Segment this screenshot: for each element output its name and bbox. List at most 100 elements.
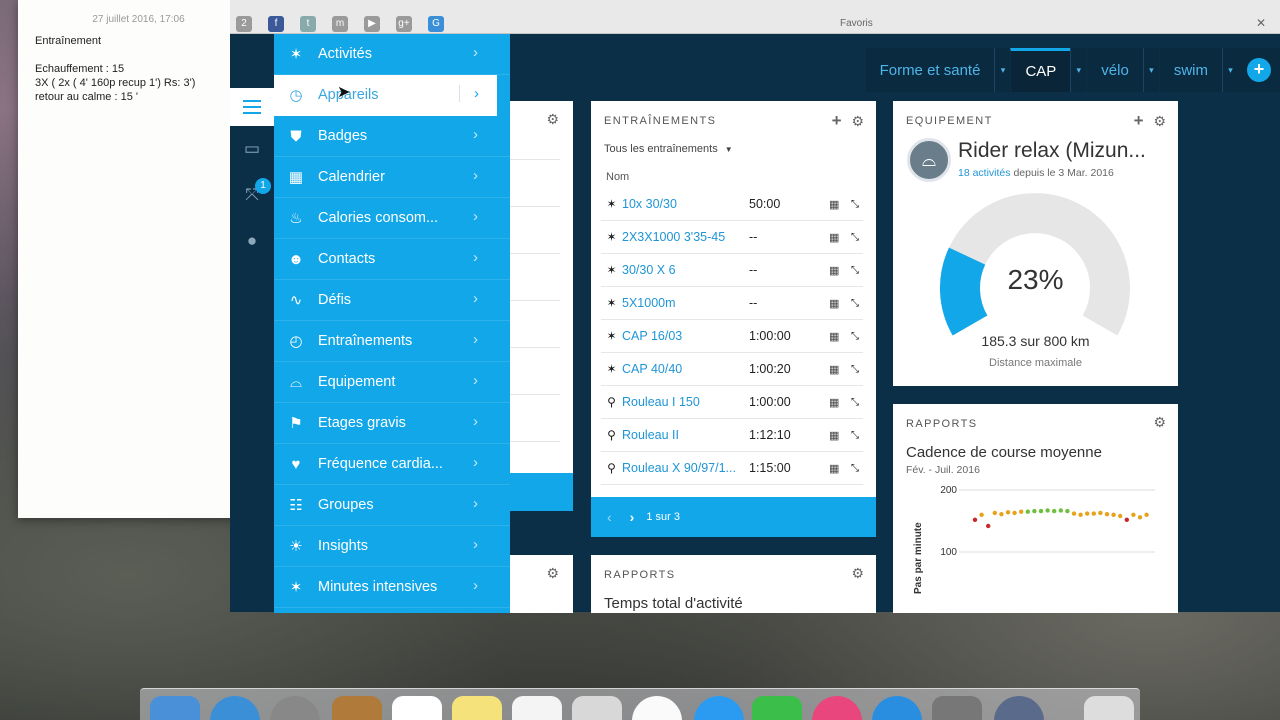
gear-icon[interactable]: ⚙ (851, 565, 864, 582)
add-dashboard-button[interactable]: + (1238, 48, 1280, 92)
cadence-point[interactable] (1005, 510, 1011, 515)
report-subtitle[interactable]: Cadence de course moyenne (906, 444, 1102, 461)
send-to-device-icon[interactable]: ⤡ (851, 463, 863, 474)
chevron-down-icon[interactable]: ▾ (1222, 48, 1238, 92)
cadence-point[interactable] (1111, 512, 1116, 517)
menu-item[interactable]: ✶ Activités › (274, 34, 510, 75)
training-row[interactable]: ⚲ Rouleau I 150 1:00:00 ▦ ⤡ (601, 386, 863, 419)
menu-item[interactable]: ⚑ Etages gravis › (274, 403, 510, 444)
cadence-point[interactable] (979, 512, 984, 517)
chevron-down-icon[interactable]: ▾ (1142, 48, 1159, 92)
training-name[interactable]: CAP 40/40 (622, 362, 749, 376)
mail-icon[interactable]: m (332, 16, 348, 32)
schedule-icon[interactable]: ▦ (829, 363, 851, 376)
menu-item[interactable]: ♨ Calories consom... › (274, 198, 510, 239)
cadence-point[interactable] (999, 512, 1004, 517)
add-icon[interactable]: + (832, 111, 842, 130)
cadence-point[interactable] (1065, 508, 1070, 514)
cadence-point[interactable] (986, 523, 991, 529)
cadence-point[interactable] (1144, 512, 1149, 517)
training-row[interactable]: ✶ CAP 40/40 1:00:20 ▦ ⤡ (601, 353, 863, 386)
prev-page-icon[interactable]: ‹ (607, 509, 612, 525)
training-name[interactable]: 10x 30/30 (622, 197, 749, 211)
finder-icon[interactable] (150, 696, 200, 720)
googleplus-icon[interactable]: g+ (396, 16, 412, 32)
cadence-point[interactable] (1078, 512, 1083, 517)
training-filter-dropdown[interactable]: Tous les entraînements ▼ (604, 143, 733, 155)
facebook-icon[interactable]: f (268, 16, 284, 32)
training-row[interactable]: ✶ CAP 16/03 1:00:00 ▦ ⤡ (601, 320, 863, 353)
cadence-point[interactable] (1104, 512, 1110, 517)
menu-item[interactable]: ☷ Groupes › (274, 485, 510, 526)
activities-link[interactable]: 18 activités (958, 167, 1011, 179)
favorites-label[interactable]: Favoris (840, 18, 873, 29)
send-to-device-icon[interactable]: ⤡ (851, 364, 863, 375)
training-row[interactable]: ✶ 10x 30/30 50:00 ▦ ⤡ (601, 188, 863, 221)
schedule-icon[interactable]: ▦ (829, 396, 851, 409)
menu-item[interactable]: ⛊ Badges › (274, 116, 510, 157)
report-subtitle[interactable]: Temps total d'activité (604, 595, 743, 612)
menu-item[interactable]: ▦ Calendrier › (274, 157, 510, 198)
cadence-point[interactable] (1071, 511, 1077, 516)
training-row[interactable]: ✶ 30/30 X 6 -- ▦ ⤡ (601, 254, 863, 287)
youtube-icon[interactable]: ▶ (364, 16, 380, 32)
system-preferences-icon[interactable] (932, 696, 982, 720)
training-row[interactable]: ⚲ Rouleau X 90/97/1... 1:15:00 ▦ ⤡ (601, 452, 863, 485)
schedule-icon[interactable]: ▦ (829, 462, 851, 475)
user-icon[interactable]: ● (230, 218, 274, 264)
training-row[interactable]: ✶ 5X1000m -- ▦ ⤡ (601, 287, 863, 320)
menu-item[interactable]: ∿ Défis › (274, 280, 510, 321)
send-to-device-icon[interactable]: ⤡ (851, 397, 863, 408)
send-to-device-icon[interactable]: ⤡ (851, 265, 863, 276)
cadence-point[interactable] (1032, 508, 1037, 514)
menu-item[interactable]: ☀ Insights › (274, 526, 510, 567)
notes-window[interactable]: 27 juillet 2016, 17:06 Entraînement Echa… (18, 0, 240, 518)
cadence-point[interactable] (972, 517, 978, 522)
send-to-device-icon[interactable]: ⤡ (851, 298, 863, 309)
cadence-point[interactable] (1038, 508, 1044, 514)
menu-item[interactable]: ✶ Minutes intensives › (274, 567, 510, 608)
training-name[interactable]: 5X1000m (622, 296, 749, 310)
menu-item[interactable]: ♥ Fréquence cardia... › (274, 444, 510, 485)
training-name[interactable]: Rouleau II (622, 428, 749, 442)
cadence-point[interactable] (1058, 508, 1063, 513)
schedule-icon[interactable]: ▦ (829, 330, 851, 343)
cadence-point[interactable] (1025, 509, 1030, 514)
menu-icon[interactable] (230, 88, 274, 126)
close-tab-icon[interactable]: ✕ (1256, 16, 1266, 30)
twitter-icon[interactable]: t (300, 16, 316, 32)
notes-icon[interactable] (452, 696, 502, 720)
connections-icon[interactable]: ⤧ 1 (230, 172, 274, 218)
gear-icon[interactable]: ⚙ (1153, 113, 1166, 129)
cadence-point[interactable] (1052, 508, 1057, 514)
cadence-point[interactable] (1124, 517, 1129, 522)
menu-item[interactable]: ◴ Entraînements › (274, 321, 510, 362)
tab-cap[interactable]: CAP (1010, 48, 1071, 92)
gear-icon[interactable]: ⚙ (546, 111, 559, 128)
schedule-icon[interactable]: ▦ (829, 231, 851, 244)
send-to-device-icon[interactable]: ⤡ (851, 199, 863, 210)
contacts-icon[interactable] (332, 696, 382, 720)
send-to-device-icon[interactable]: ⤡ (851, 232, 863, 243)
cadence-point[interactable] (1019, 509, 1024, 514)
inbox-icon[interactable]: ▭ (230, 126, 274, 172)
training-name[interactable]: 30/30 X 6 (622, 263, 749, 277)
gear-icon[interactable]: ⚙ (851, 113, 864, 129)
send-to-device-icon[interactable]: ⤡ (851, 331, 863, 342)
menu-item[interactable]: ☻ Contacts › (274, 239, 510, 280)
cadence-point[interactable] (1091, 511, 1096, 516)
photos-preview-icon[interactable] (572, 696, 622, 720)
facetime-icon[interactable] (752, 696, 802, 720)
training-row[interactable]: ✶ 2X3X1000 3'35-45 -- ▦ ⤡ (601, 221, 863, 254)
cadence-point[interactable] (992, 510, 997, 516)
cadence-point[interactable] (1098, 510, 1103, 516)
schedule-icon[interactable]: ▦ (829, 198, 851, 211)
chevron-down-icon[interactable]: ▾ (994, 48, 1011, 92)
training-row[interactable]: ⚲ Rouleau II 1:12:10 ▦ ⤡ (601, 419, 863, 452)
google-icon[interactable]: G (428, 16, 444, 32)
next-page-icon[interactable]: › (630, 509, 635, 525)
menu-item[interactable]: ◷ Appareils › (274, 75, 497, 116)
cadence-point[interactable] (1012, 510, 1017, 516)
chevron-down-icon[interactable]: ▾ (1070, 48, 1087, 92)
schedule-icon[interactable]: ▦ (829, 297, 851, 310)
